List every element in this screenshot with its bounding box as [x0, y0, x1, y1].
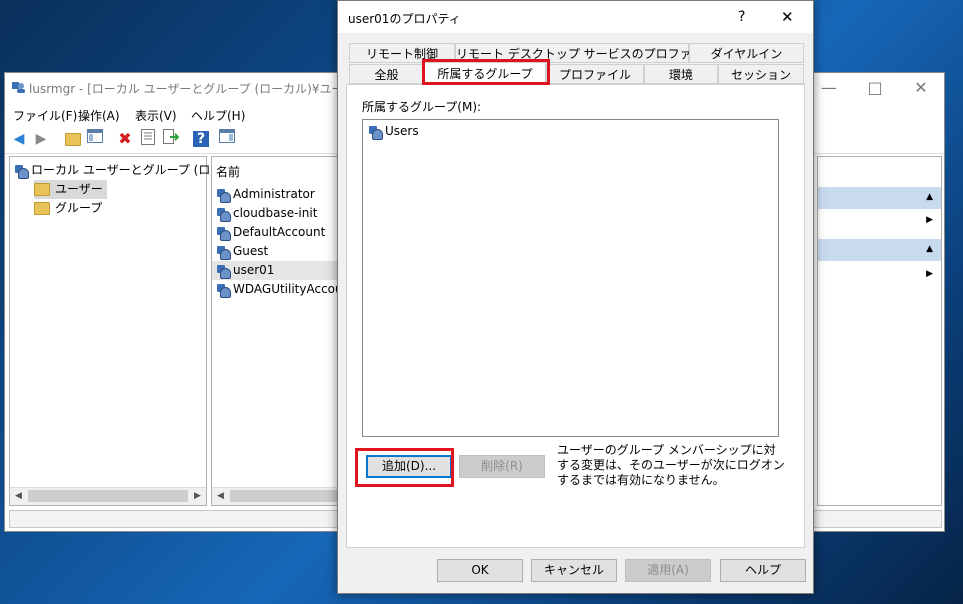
tab-general[interactable]: 全般 [349, 64, 424, 84]
dialog-title: user01のプロパティ [348, 12, 461, 26]
delete-x-icon[interactable]: ✖ [115, 129, 135, 149]
user-list: 名前 Administrator cloudbase-init DefaultA… [211, 156, 342, 506]
list-horizontal-scrollbar[interactable]: ◀ [212, 487, 341, 505]
more-actions-arrow-icon[interactable]: ▶ [926, 269, 933, 279]
tab-sessions[interactable]: セッション [718, 64, 804, 84]
user-disabled-icon [216, 245, 231, 260]
tab-member-of[interactable]: 所属するグループ [424, 62, 546, 85]
more-actions-arrow-icon[interactable]: ▶ [926, 215, 933, 225]
cancel-button[interactable]: キャンセル [531, 559, 617, 582]
tab-environment[interactable]: 環境 [644, 64, 718, 84]
tab-remote-control[interactable]: リモート制御 [349, 43, 455, 63]
tree-horizontal-scrollbar[interactable]: ◀ ▶ [10, 487, 206, 505]
scroll-left-icon[interactable]: ◀ [212, 489, 229, 504]
action-pane-icon[interactable] [217, 129, 237, 149]
list-item[interactable]: Guest [216, 242, 342, 261]
help-icon[interactable]: ? [193, 131, 209, 147]
member-of-panel: 所属するグループ(M): Users 追加(D)... 削除(R) ユーザーのグ… [346, 84, 805, 548]
tab-dial-in[interactable]: ダイヤルイン [689, 43, 804, 63]
list-item-selected[interactable]: user01 [212, 261, 342, 280]
context-help-icon[interactable]: ? [738, 9, 745, 25]
menu-view[interactable]: 表示(V) [135, 107, 177, 124]
user-icon [216, 207, 231, 222]
back-arrow-icon[interactable]: ◀ [9, 129, 29, 149]
scroll-right-icon[interactable]: ▶ [189, 489, 206, 504]
add-button[interactable]: 追加(D)... [366, 455, 452, 478]
folder-icon [34, 183, 50, 196]
list-item[interactable]: cloudbase-init [216, 204, 342, 223]
forward-arrow-icon[interactable]: ▶ [31, 129, 51, 149]
user-icon [216, 264, 231, 279]
list-item[interactable]: WDAGUtilityAccoun [216, 280, 342, 299]
tree-item-groups[interactable]: グループ [34, 199, 102, 218]
menu-file[interactable]: ファイル(F) [13, 107, 77, 124]
user-disabled-icon [216, 283, 231, 298]
scroll-thumb[interactable] [28, 490, 188, 502]
menu-action[interactable]: 操作(A) [78, 107, 120, 124]
help-button[interactable]: ヘルプ [720, 559, 806, 582]
menu-help[interactable]: ヘルプ(H) [191, 107, 245, 124]
list-item[interactable]: Administrator [216, 185, 342, 204]
properties-icon[interactable] [138, 129, 158, 149]
dialog-titlebar[interactable]: user01のプロパティ ? ✕ [338, 1, 813, 33]
local-users-groups-icon [14, 164, 29, 179]
apply-button[interactable]: 適用(A) [625, 559, 711, 582]
collapse-up-icon[interactable]: ▲ [926, 192, 933, 202]
maximize-icon[interactable]: □ [852, 73, 898, 103]
lusrmgr-title: lusrmgr - [ローカル ユーザーとグループ (ローカル)¥ユーザー] [29, 82, 372, 96]
member-of-list[interactable]: Users [362, 119, 779, 437]
console-tree-icon[interactable] [85, 129, 105, 149]
user-disabled-icon [216, 226, 231, 241]
action-pane: ▲ ▶ ▲ ▶ [817, 156, 942, 506]
folder-icon [34, 202, 50, 215]
action-section-header[interactable]: ▲ [818, 187, 941, 209]
export-list-icon[interactable] [161, 129, 181, 149]
console-tree: ローカル ユーザーとグループ (ローカル) ユーザー グループ ◀ ▶ [9, 156, 251, 506]
tree-item-users[interactable]: ユーザー [34, 180, 107, 199]
remove-button[interactable]: 削除(R) [459, 455, 545, 478]
membership-note: ユーザーのグループ メンバーシップに対する変更は、そのユーザーが次にログオンする… [557, 443, 785, 487]
collapse-up-icon[interactable]: ▲ [926, 244, 933, 254]
dialog-close-icon[interactable]: ✕ [781, 8, 794, 26]
scroll-left-icon[interactable]: ◀ [10, 489, 27, 504]
tab-rds-profile[interactable]: リモート デスクトップ サービスのプロファイル [455, 43, 716, 63]
tab-profile[interactable]: プロファイル [546, 64, 644, 84]
ok-button[interactable]: OK [437, 559, 523, 582]
up-folder-icon[interactable] [63, 129, 83, 149]
group-icon [368, 125, 383, 140]
member-of-label: 所属するグループ(M): [362, 100, 482, 114]
properties-dialog: user01のプロパティ ? ✕ リモート制御 リモート デスクトップ サービス… [337, 0, 814, 594]
action-section-header[interactable]: ▲ [818, 239, 941, 261]
close-icon[interactable]: ✕ [898, 73, 944, 103]
column-header-name[interactable]: 名前 [216, 163, 240, 182]
list-item[interactable]: DefaultAccount [216, 223, 342, 242]
user-icon [216, 188, 231, 203]
users-app-icon [11, 80, 25, 94]
list-item[interactable]: Users [368, 122, 419, 141]
scroll-thumb[interactable] [230, 490, 338, 502]
